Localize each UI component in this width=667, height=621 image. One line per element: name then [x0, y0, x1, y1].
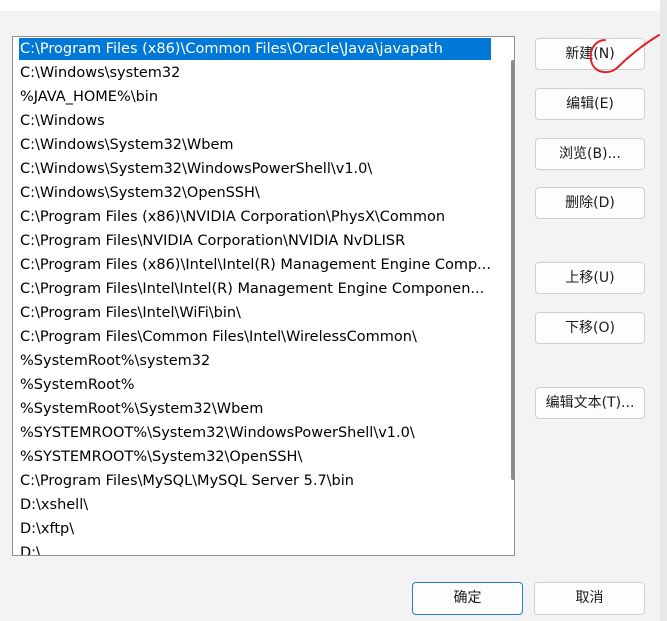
window-right-edge [660, 0, 667, 621]
path-list-item[interactable]: %SystemRoot% [19, 374, 491, 396]
path-list-item[interactable]: C:\Windows\System32\OpenSSH\ [19, 182, 491, 204]
path-list-item[interactable]: %SYSTEMROOT%\System32\OpenSSH\ [19, 446, 491, 468]
path-list-item[interactable]: C:\Program Files\Common Files\Intel\Wire… [19, 326, 491, 348]
path-list-item[interactable]: %SystemRoot%\system32 [19, 350, 491, 372]
edit-text-button[interactable]: 编辑文本(T)... [535, 387, 645, 419]
move-down-button[interactable]: 下移(O) [535, 312, 645, 344]
path-list-item[interactable]: %SystemRoot%\System32\Wbem [19, 398, 491, 420]
path-list[interactable]: C:\Program Files (x86)\Common Files\Orac… [12, 36, 515, 556]
delete-button[interactable]: 删除(D) [535, 187, 645, 219]
path-list-item[interactable]: C:\Program Files (x86)\Intel\Intel(R) Ma… [19, 254, 491, 276]
cancel-button[interactable]: 取消 [534, 582, 645, 615]
path-list-item[interactable]: C:\Program Files\Intel\Intel(R) Manageme… [19, 278, 491, 300]
ok-button[interactable]: 确定 [412, 582, 523, 615]
path-list-item[interactable]: C:\Windows\system32 [19, 62, 491, 84]
window-top-edge [0, 0, 667, 11]
path-list-item[interactable]: C:\Program Files\MySQL\MySQL Server 5.7\… [19, 470, 491, 492]
path-list-item[interactable]: C:\Windows\System32\WindowsPowerShell\v1… [19, 158, 491, 180]
browse-button[interactable]: 浏览(B)... [535, 138, 645, 170]
path-list-scrollbar-thumb[interactable] [511, 60, 514, 480]
path-list-item[interactable]: %JAVA_HOME%\bin [19, 86, 491, 108]
path-list-item[interactable]: D:\ [19, 542, 491, 555]
path-list-item[interactable]: C:\Program Files (x86)\NVIDIA Corporatio… [19, 206, 491, 228]
new-button[interactable]: 新建(N) [535, 38, 645, 70]
path-list-item[interactable]: C:\Program Files (x86)\Common Files\Orac… [19, 38, 491, 60]
path-list-item[interactable]: C:\Windows\System32\Wbem [19, 134, 491, 156]
move-up-button[interactable]: 上移(U) [535, 262, 645, 294]
path-list-item[interactable]: D:\xftp\ [19, 518, 491, 540]
path-list-item[interactable]: C:\Program Files\NVIDIA Corporation\NVID… [19, 230, 491, 252]
path-list-item[interactable]: D:\xshell\ [19, 494, 491, 516]
path-list-item[interactable]: C:\Windows [19, 110, 491, 132]
path-list-item[interactable]: %SYSTEMROOT%\System32\WindowsPowerShell\… [19, 422, 491, 444]
edit-button[interactable]: 编辑(E) [535, 88, 645, 120]
path-list-scrollbar[interactable] [510, 38, 514, 555]
path-list-item[interactable]: C:\Program Files\Intel\WiFi\bin\ [19, 302, 491, 324]
